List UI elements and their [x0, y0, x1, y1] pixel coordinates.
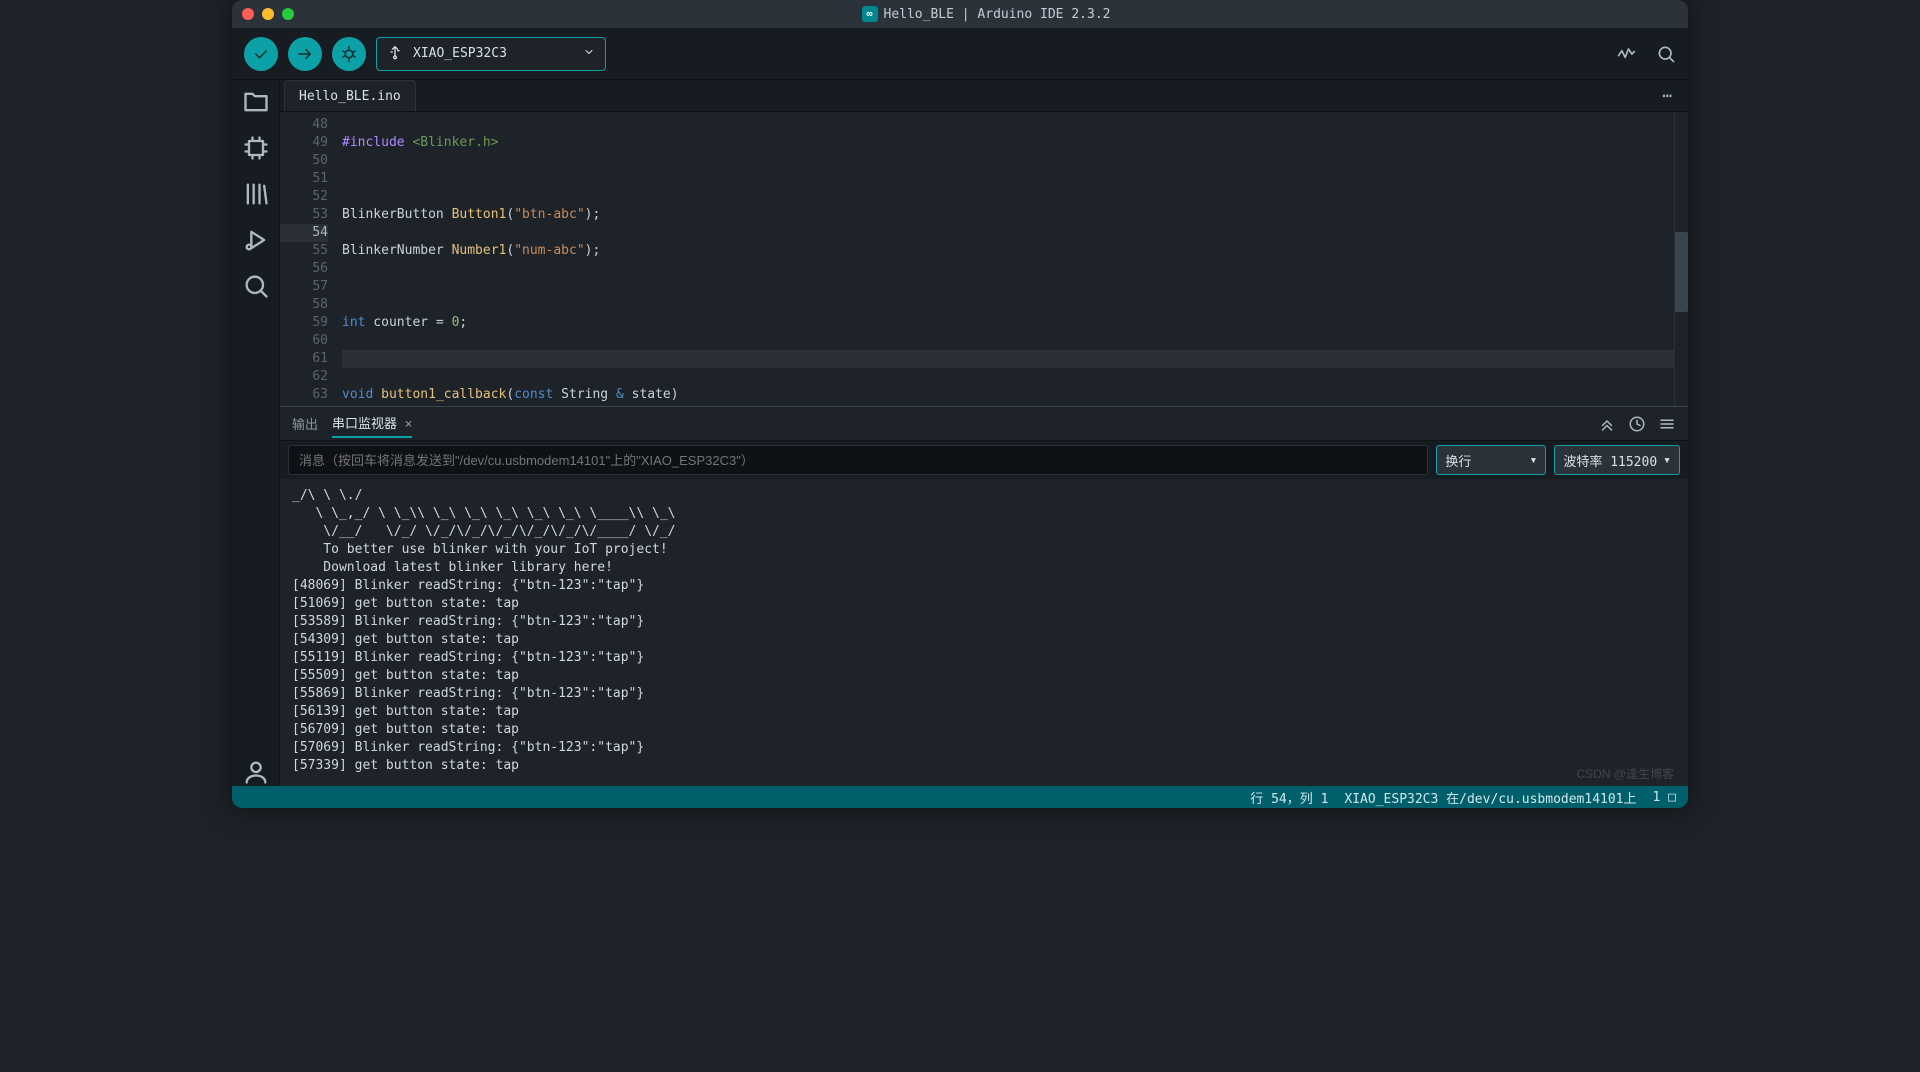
watermark: CSDN @逢生博客: [1576, 765, 1674, 782]
board-name: XIAO_ESP32C3: [413, 46, 507, 61]
tab-serial-monitor[interactable]: 串口监视器 ×: [332, 409, 412, 438]
status-notification-icon[interactable]: 1 □: [1653, 790, 1676, 805]
minimize-window-icon[interactable]: [262, 8, 274, 20]
toggle-panel-icon[interactable]: [1598, 415, 1616, 433]
debug-button[interactable]: [332, 37, 366, 71]
usb-icon: [387, 44, 403, 64]
chevron-down-icon: ▾: [1663, 453, 1671, 468]
code-editor[interactable]: 48495051525354555657585960616263 #includ…: [280, 112, 1688, 406]
board-selector[interactable]: XIAO_ESP32C3: [376, 37, 606, 71]
line-gutter: 48495051525354555657585960616263: [280, 112, 342, 406]
upload-button[interactable]: [288, 37, 322, 71]
line-ending-select[interactable]: 换行 ▾: [1436, 445, 1546, 475]
serial-monitor-icon[interactable]: [1656, 44, 1676, 64]
code-area[interactable]: #include <Blinker.h> BlinkerButton Butto…: [342, 112, 1674, 406]
serial-console[interactable]: _/\ \ \./ \ \_,_/ \ \_\\ \_\ \_\ \_\ \_\…: [280, 479, 1688, 786]
chevron-down-icon: ▾: [1530, 453, 1538, 468]
serial-input-bar: 换行 ▾ 波特率 115200 ▾: [280, 441, 1688, 479]
baud-rate-select[interactable]: 波特率 115200 ▾: [1554, 445, 1680, 475]
tab-output[interactable]: 输出: [292, 410, 318, 437]
account-icon[interactable]: [242, 758, 270, 786]
window-title: ∞ Hello_BLE | Arduino IDE 2.3.2: [294, 6, 1678, 22]
serial-message-input[interactable]: [288, 445, 1428, 475]
library-manager-icon[interactable]: [242, 180, 270, 208]
status-bar: 行 54，列 1 XIAO_ESP32C3 在/dev/cu.usbmodem1…: [232, 786, 1688, 808]
maximize-window-icon[interactable]: [282, 8, 294, 20]
activity-bar: [232, 80, 280, 786]
arduino-icon: ∞: [862, 6, 878, 22]
serial-plotter-icon[interactable]: [1616, 44, 1636, 64]
cursor-position: 行 54，列 1: [1250, 788, 1328, 807]
window-title-text: Hello_BLE | Arduino IDE 2.3.2: [884, 7, 1111, 22]
more-actions-icon[interactable]: ⋯: [1662, 86, 1672, 105]
toolbar: XIAO_ESP32C3: [232, 28, 1688, 80]
status-board: XIAO_ESP32C3 在/dev/cu.usbmodem14101上: [1344, 788, 1636, 807]
editor-scrollbar[interactable]: [1674, 112, 1688, 406]
panel-tabs: 输出 串口监视器 ×: [280, 407, 1688, 441]
menu-icon[interactable]: [1658, 415, 1676, 433]
debug-panel-icon[interactable]: [242, 226, 270, 254]
close-icon[interactable]: ×: [405, 417, 413, 432]
titlebar: ∞ Hello_BLE | Arduino IDE 2.3.2: [232, 0, 1688, 28]
editor-tab[interactable]: Hello_BLE.ino: [284, 80, 416, 111]
close-window-icon[interactable]: [242, 8, 254, 20]
search-icon[interactable]: [242, 272, 270, 300]
clock-icon[interactable]: [1628, 415, 1646, 433]
verify-button[interactable]: [244, 37, 278, 71]
tab-label: Hello_BLE.ino: [299, 89, 401, 104]
editor-tabs: Hello_BLE.ino ⋯: [280, 80, 1688, 112]
chevron-down-icon: [583, 46, 595, 62]
sketchbook-icon[interactable]: [242, 88, 270, 116]
bottom-panel: 输出 串口监视器 × 换行 ▾: [280, 406, 1688, 786]
boards-manager-icon[interactable]: [242, 134, 270, 162]
